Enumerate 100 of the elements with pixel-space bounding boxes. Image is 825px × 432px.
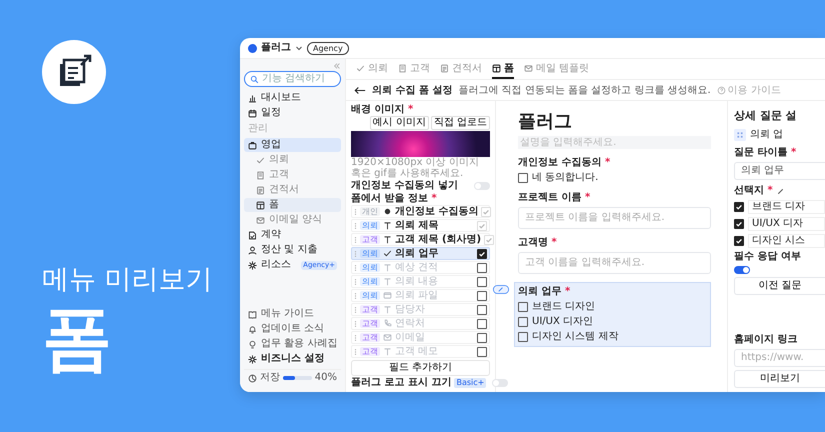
field-row[interactable]: 의뢰 의뢰 업무 <box>351 247 490 260</box>
document-export-icon <box>42 40 106 104</box>
checkbox[interactable] <box>477 262 487 272</box>
field-name: 이메일 <box>395 332 426 343</box>
checkbox[interactable] <box>734 202 744 212</box>
toggle-switch[interactable] <box>492 378 508 386</box>
storage-icon <box>248 374 257 382</box>
field-row[interactable]: 의뢰 의뢰 제목 <box>351 219 490 232</box>
question-block[interactable]: 고객명 * 고객 이름을 입력해주세요. <box>518 237 711 274</box>
checkbox[interactable] <box>477 332 487 342</box>
edit-icon[interactable] <box>776 186 785 196</box>
field-name: 의뢰 업무 <box>395 248 440 259</box>
sidebar-item[interactable]: 일정 <box>244 106 341 120</box>
drag-handle-icon[interactable] <box>354 320 357 328</box>
toggle-switch[interactable] <box>734 266 750 274</box>
field-name: 연락처 <box>395 318 426 329</box>
toggle-switch[interactable] <box>474 182 490 190</box>
bell-icon <box>248 324 257 334</box>
field-row[interactable]: 고객 고객 메모 <box>351 345 490 358</box>
logo-dot-icon <box>248 44 257 52</box>
document-icon <box>440 64 449 72</box>
drag-handle-icon[interactable] <box>354 250 357 258</box>
drag-handle-icon[interactable] <box>354 348 357 356</box>
sidebar-item[interactable]: 영업 <box>244 138 341 152</box>
sidebar-link[interactable]: 업데이트 소식 <box>244 322 341 336</box>
edit-icon[interactable] <box>493 285 509 294</box>
checkbox[interactable] <box>734 219 744 229</box>
field-row[interactable]: 고객 담당자 <box>351 303 490 316</box>
question-block[interactable]: 프로젝트 이름 * 프로젝트 이름을 입력해주세요. <box>518 192 711 229</box>
choice-field[interactable]: UI/UX 디자 <box>748 217 825 231</box>
checkmark-icon <box>356 64 365 72</box>
form-icon <box>492 64 501 72</box>
drag-handle-icon[interactable] <box>354 236 357 244</box>
checkbox[interactable] <box>477 248 487 258</box>
sidebar-link[interactable]: 비즈니스 설정 <box>244 352 341 366</box>
field-row[interactable]: 개인 개인정보 수집동의 <box>351 205 490 218</box>
document-icon <box>256 186 265 194</box>
checkbox[interactable] <box>477 318 487 328</box>
tab[interactable]: 폼 <box>492 59 514 79</box>
drag-handle-icon[interactable] <box>354 278 357 286</box>
sidebar-item[interactable]: 정산 및 지출 <box>244 243 341 257</box>
checkbox[interactable] <box>477 290 487 300</box>
field-name: 예상 견적 <box>395 262 440 273</box>
sidebar-link[interactable]: 업무 활용 사례집 <box>244 337 341 351</box>
banner-title: 폼 <box>42 296 112 380</box>
contract-icon <box>248 230 257 240</box>
category-tag: 고객 <box>360 305 380 314</box>
drag-handle-icon[interactable] <box>354 208 357 216</box>
checkbox[interactable] <box>518 302 528 312</box>
field-name: 의뢰 제목 <box>395 220 440 231</box>
toggle-label: 플러그 로고 표시 끄기 <box>351 376 452 388</box>
checkbox[interactable] <box>477 276 487 286</box>
field-name: 고객 제목 (회사명) <box>395 234 482 245</box>
field-row[interactable]: 고객 연락처 <box>351 317 490 330</box>
sidebar-subitem[interactable]: 폼 <box>244 198 341 212</box>
sidebar-link[interactable]: 메뉴 가이드 <box>244 307 341 321</box>
file-icon <box>383 291 392 300</box>
back-arrow-icon[interactable] <box>354 86 366 94</box>
drag-handle-icon[interactable] <box>354 222 357 230</box>
field-row[interactable]: 고객 이메일 <box>351 331 490 344</box>
category-tag: 고객 <box>360 235 380 244</box>
caret-icon[interactable] <box>295 44 303 52</box>
field-label: 홈페이지 링크 <box>734 334 798 346</box>
checkbox[interactable] <box>518 317 528 327</box>
checkbox[interactable] <box>477 304 487 314</box>
checkbox[interactable] <box>477 346 487 356</box>
image-option-button[interactable]: 직접 업로드 <box>430 116 490 130</box>
drag-handle-icon[interactable] <box>354 292 357 300</box>
checkbox[interactable] <box>518 173 528 183</box>
drag-handle-icon[interactable] <box>354 334 357 342</box>
section-label: 폼에서 받을 정보 * <box>351 192 437 204</box>
sidebar-item[interactable]: 계약 <box>244 228 341 242</box>
storage-reading: 40% <box>314 372 337 384</box>
text-icon <box>383 305 392 314</box>
plan-badge: Basic+ <box>454 378 486 388</box>
text-icon <box>383 263 392 272</box>
field-label: 배경 이미지 * <box>351 104 414 116</box>
title-input-field[interactable]: 의뢰 업무 <box>734 162 825 180</box>
drag-handle-icon[interactable] <box>354 264 357 272</box>
plan-badge: Agency <box>307 42 349 54</box>
phone-icon <box>383 319 392 328</box>
previous-question-button[interactable]: 이전 질문 <box>734 277 825 295</box>
choice-field[interactable]: 브랜드 디자 <box>748 200 825 214</box>
workspace-name[interactable]: 플러그 <box>261 42 291 54</box>
add-field-button[interactable]: 필드 추가하기 <box>351 360 490 376</box>
checkbox[interactable] <box>518 332 528 342</box>
sidebar-item[interactable]: 대시보드 <box>244 91 341 105</box>
field-name: 의뢰 파일 <box>395 290 440 301</box>
checkbox[interactable] <box>734 236 744 246</box>
drag-handle-icon[interactable] <box>354 306 357 314</box>
banner-heading: 메뉴 미리보기 <box>42 264 213 296</box>
mail-icon <box>524 64 533 72</box>
option-label: UI/UX 디자인 <box>532 316 593 328</box>
question-block[interactable]: 개인정보 수집동의 * 네 동의합니다. <box>518 157 711 184</box>
preview-button[interactable]: 미리보기 <box>734 370 825 388</box>
image-option-button[interactable]: 예시 이미지 <box>370 116 429 130</box>
choice-field[interactable]: 디자인 시스 <box>748 234 825 248</box>
category-tag: 고객 <box>360 333 380 342</box>
search-icon <box>250 74 259 84</box>
lightbulb-icon <box>248 340 257 348</box>
